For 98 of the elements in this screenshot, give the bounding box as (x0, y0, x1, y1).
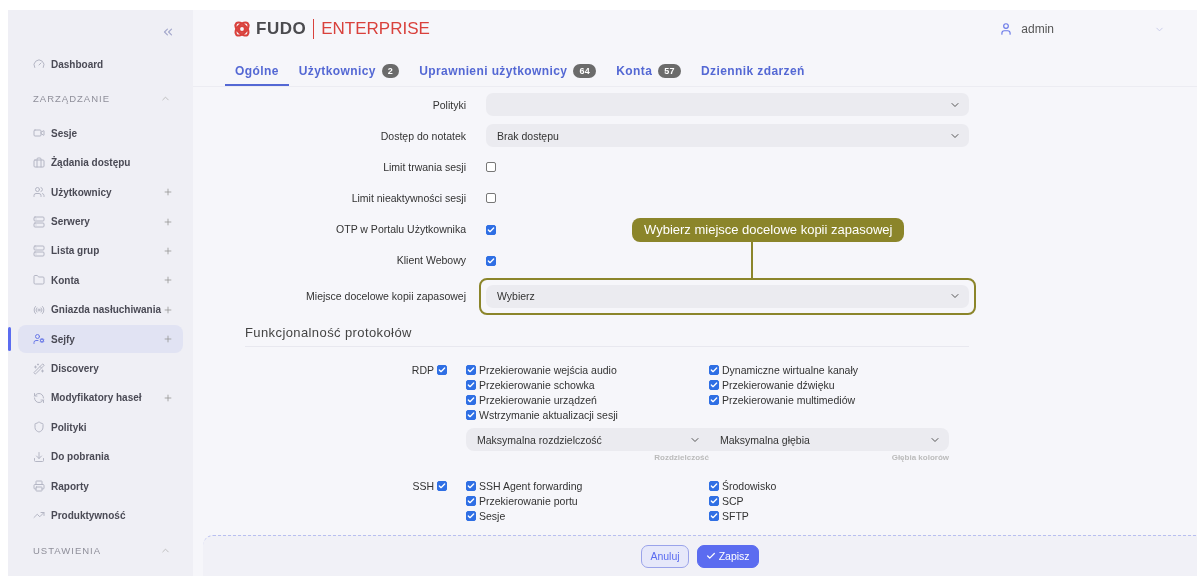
field-label: Limit nieaktywności sesji (350, 191, 466, 204)
download-icon (33, 450, 45, 463)
field-hint: Rozdzielczość (654, 453, 709, 462)
select-field[interactable]: Maksymalna głębia (709, 428, 949, 451)
option-label: Przekierowanie dźwięku (722, 378, 835, 391)
checkbox[interactable] (466, 495, 476, 506)
server-icon (33, 215, 45, 228)
checkbox[interactable] (466, 510, 476, 521)
option-label: Środowisko (722, 479, 777, 492)
checkbox[interactable] (466, 379, 476, 390)
save-button[interactable]: Zapisz (696, 544, 759, 568)
field-label: Klient Webowy (395, 253, 466, 266)
sidebar-item[interactable]: Modyfikatory haseł (18, 383, 183, 412)
count-badge: 57 (658, 64, 682, 78)
count-badge: 64 (573, 64, 597, 78)
sidebar-item[interactable]: Konta (18, 266, 183, 295)
checkbox[interactable] (486, 224, 496, 235)
users-icon (33, 186, 45, 199)
checkbox[interactable] (466, 394, 476, 405)
briefcase-icon (33, 156, 45, 169)
sidebar-item[interactable]: Dashboard (18, 50, 183, 78)
cancel-button[interactable]: Anuluj (641, 544, 689, 568)
field-label: Dostęp do notatek (379, 129, 466, 142)
check-icon (705, 551, 716, 561)
field-label: OTP w Portalu Użytkownika (335, 222, 466, 235)
sidebar-item[interactable]: Serwery (18, 207, 183, 236)
checkbox[interactable] (466, 364, 476, 375)
checkbox[interactable] (709, 495, 719, 506)
logo-icon (232, 19, 252, 39)
server-icon (33, 244, 45, 257)
user-gear-icon (33, 333, 45, 346)
section-title: ZARZĄDZANIE (33, 92, 110, 104)
checkbox[interactable] (709, 379, 719, 390)
checkbox[interactable] (709, 364, 719, 375)
option-label: Przekierowanie urządzeń (479, 393, 597, 406)
checkbox[interactable] (709, 480, 719, 491)
checkbox[interactable] (466, 480, 476, 491)
sidebar-item[interactable]: Użytkownicy (18, 178, 183, 207)
sidebar-item[interactable]: Do pobrania (18, 442, 183, 471)
sidebar-item[interactable]: Polityki (18, 413, 183, 442)
protocol-name: RDP (411, 363, 434, 376)
protocol-name: SSH (412, 479, 434, 492)
video-camera-icon (33, 127, 45, 140)
checkbox[interactable] (486, 161, 496, 172)
shield-icon (33, 421, 45, 434)
field-label: Miejsce docelowe kopii zapasowej (305, 290, 466, 302)
logo-text: FUDO (256, 19, 307, 39)
option-label: Przekierowanie portu (479, 494, 578, 507)
checkbox[interactable] (709, 510, 719, 521)
tab[interactable]: Dziennik zdarzeń (691, 64, 815, 86)
sidebar-item[interactable]: Lista grup (18, 236, 183, 265)
section-title: USTAWIENIA (33, 545, 102, 557)
option-label: Przekierowanie wejścia audio (479, 363, 617, 376)
broadcast-icon (33, 303, 45, 316)
sidebar-item[interactable]: Produktywność (18, 501, 183, 530)
field-label: Polityki (431, 98, 466, 111)
folder-icon (33, 274, 45, 287)
field-hint: Głębia kolorów (891, 453, 949, 462)
sidebar-item[interactable]: Raporty (18, 472, 183, 501)
active-indicator (8, 327, 11, 352)
checkbox[interactable] (437, 480, 447, 491)
checkbox[interactable] (486, 192, 496, 203)
count-badge: 2 (381, 64, 400, 78)
tab[interactable]: Konta 57 (606, 64, 692, 86)
tab[interactable]: Uprawnieni użytkownicy 64 (409, 64, 607, 86)
option-label: Wstrzymanie aktualizacji sesji (479, 408, 618, 421)
select-field[interactable] (486, 93, 969, 116)
option-label: Przekierowanie multimediów (722, 393, 856, 406)
gauge-icon (33, 58, 45, 70)
select-field[interactable]: Brak dostępu (486, 124, 969, 147)
callout-bubble: Wybierz miejsce docelowe kopii zapasowej (632, 217, 905, 242)
option-label: Dynamiczne wirtualne kanały (722, 363, 858, 376)
logo-edition: ENTERPRISE (321, 19, 430, 39)
checkbox[interactable] (466, 409, 476, 420)
checkbox[interactable] (486, 255, 496, 266)
magic-wand-icon (33, 362, 45, 375)
section-heading: Funkcjonalność protokołów (245, 325, 969, 347)
double-chevron-left-icon (161, 25, 175, 39)
user-name[interactable]: admin (1021, 22, 1054, 36)
field-label: Limit trwania sesji (382, 160, 466, 173)
sidebar-item[interactable]: Gniazda nasłuchiwania (18, 295, 183, 324)
sidebar-item[interactable]: Discovery (18, 354, 183, 383)
option-label: SCP (722, 494, 744, 507)
checkbox[interactable] (437, 364, 447, 375)
select-field[interactable]: Maksymalna rozdzielczość (466, 428, 709, 451)
option-label: SFTP (722, 509, 749, 522)
option-label: Sesje (479, 509, 506, 522)
sidebar-item[interactable]: Żądania dostępu (18, 148, 183, 177)
user-icon (999, 22, 1014, 36)
option-label: SSH Agent forwarding (479, 479, 583, 492)
printer-icon (33, 480, 45, 493)
tab[interactable]: Użytkownicy 2 (288, 64, 410, 86)
option-label: Przekierowanie schowka (479, 378, 595, 391)
select-field[interactable]: Wybierz (486, 284, 969, 308)
refresh-icon (33, 391, 45, 404)
tab[interactable]: Ogólne (225, 64, 289, 86)
sidebar-item[interactable]: Sesje (18, 119, 183, 148)
checkbox[interactable] (709, 394, 719, 405)
